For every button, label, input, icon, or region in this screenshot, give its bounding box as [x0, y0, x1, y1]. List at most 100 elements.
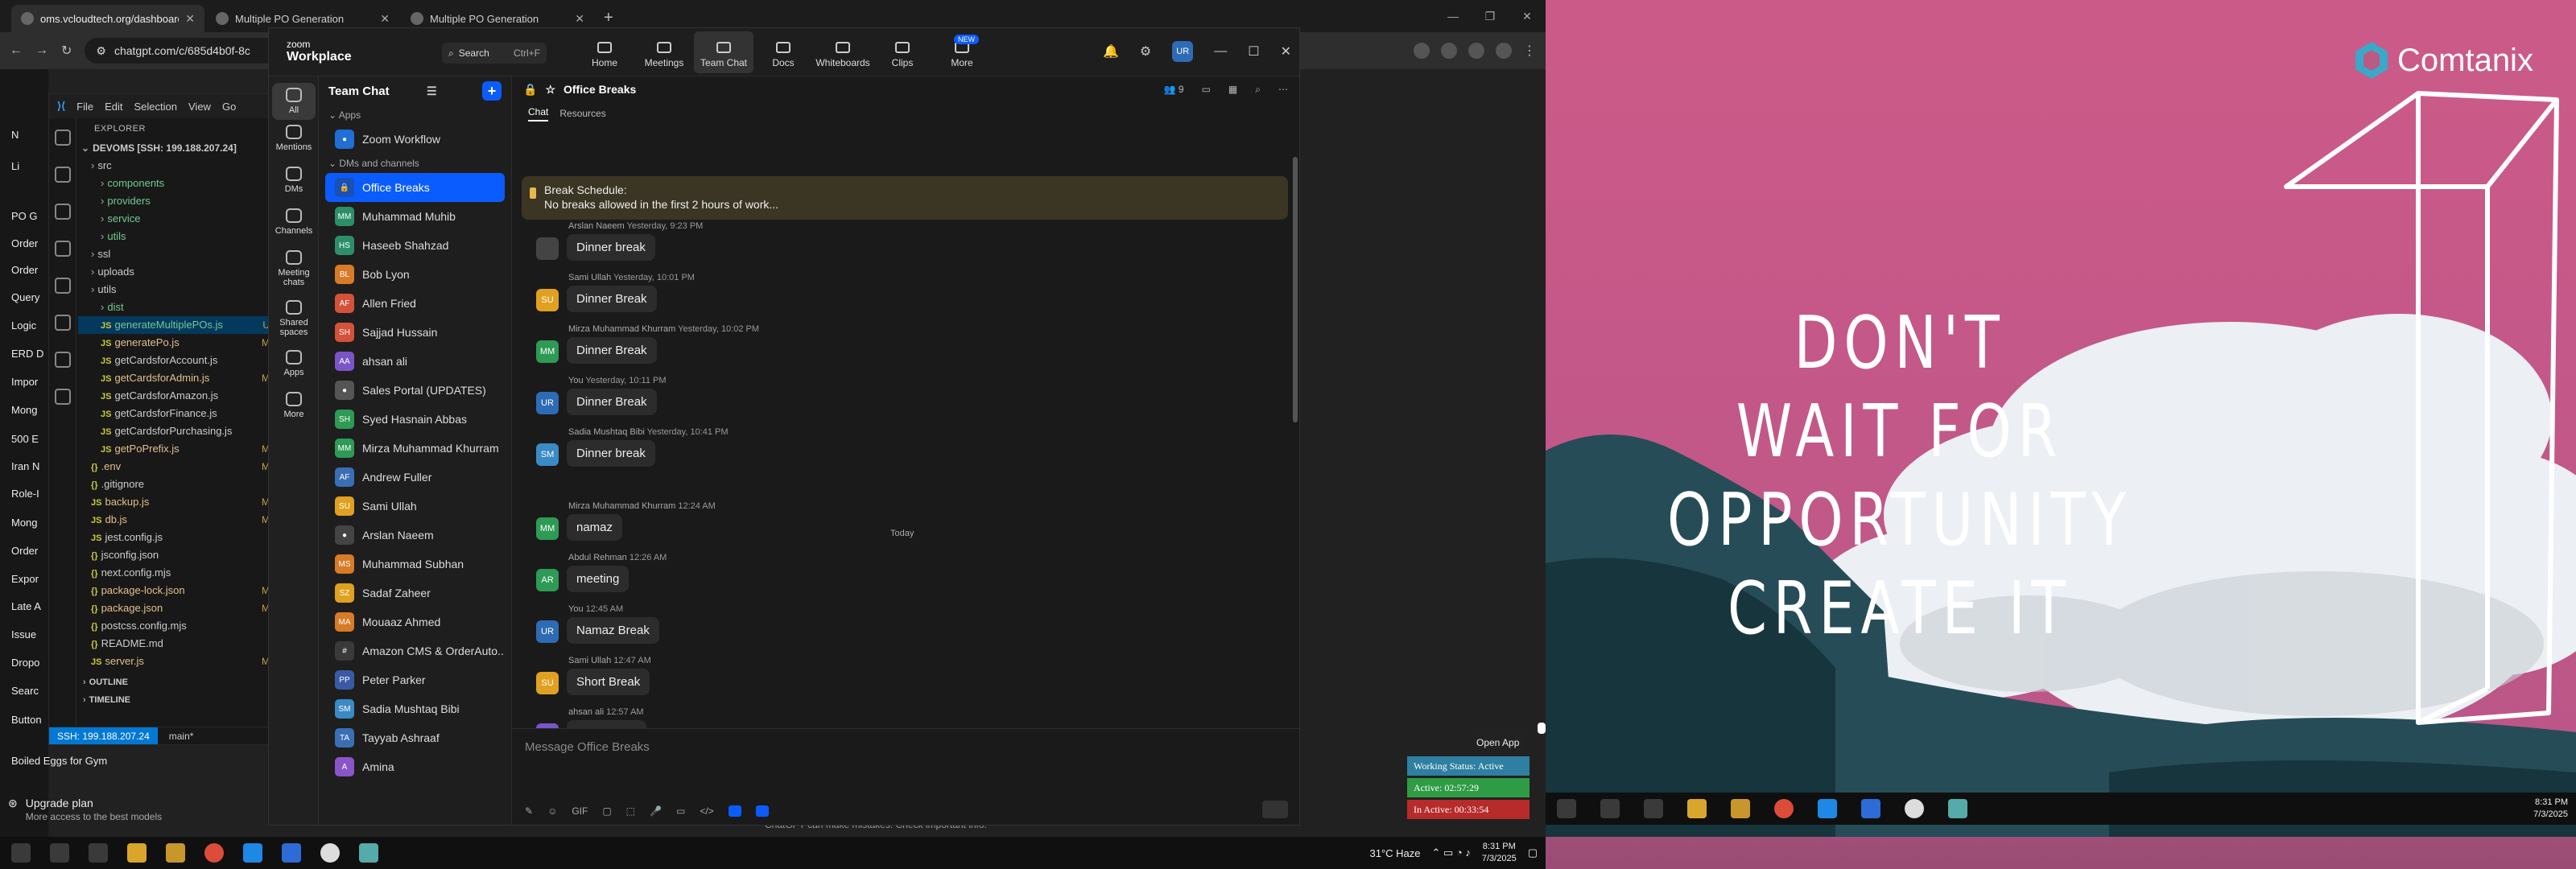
- nav-team-chat[interactable]: Team Chat: [694, 31, 753, 73]
- member-count[interactable]: 👥 9: [1164, 84, 1184, 96]
- browser-tab-dashboard[interactable]: oms.vcloudtech.org/dashboard ✕: [11, 5, 204, 32]
- nav-home[interactable]: Home: [575, 31, 634, 73]
- chat-history-item[interactable]: Order: [11, 545, 38, 557]
- menu-file[interactable]: File: [76, 101, 93, 113]
- sender-name[interactable]: Sadia Mushtaq Bibi: [568, 427, 645, 437]
- tab-chat[interactable]: Chat: [528, 106, 549, 121]
- menu-selection[interactable]: Selection: [134, 101, 177, 113]
- chat-list-item[interactable]: TA Tayyab Ashraaf: [325, 723, 505, 752]
- git-branch-status[interactable]: main*: [169, 731, 194, 742]
- audio-icon[interactable]: 🎤: [650, 805, 662, 817]
- message-bubble[interactable]: Dinner break: [567, 234, 655, 261]
- extension-icon[interactable]: [1414, 43, 1430, 59]
- chat-list-item[interactable]: MA Mouaaz Ahmed: [325, 607, 505, 636]
- extension-icon[interactable]: [1441, 43, 1457, 59]
- file-tree-item[interactable]: JS getCardsforPurchasing.js: [78, 422, 273, 440]
- file-tree-item[interactable]: JS server.js M: [78, 653, 273, 670]
- chat-history-item[interactable]: Searc: [11, 685, 39, 697]
- new-chat-button[interactable]: +: [481, 81, 502, 101]
- vscode-icon[interactable]: [1818, 799, 1837, 818]
- extension-icon[interactable]: [1468, 43, 1484, 59]
- rail-all[interactable]: All: [269, 76, 319, 120]
- file-tree-item[interactable]: JS getCardsforFinance.js: [78, 405, 273, 422]
- chat-history-item[interactable]: Order: [11, 264, 38, 276]
- avatar[interactable]: SM: [536, 443, 559, 466]
- chat-history-item[interactable]: Dropo: [11, 657, 39, 669]
- chat-history-item[interactable]: ERD D: [11, 348, 43, 360]
- remote-explorer-icon[interactable]: [55, 315, 71, 331]
- notification-icon[interactable]: ▢: [1528, 846, 1538, 859]
- chat-list-item[interactable]: MM Muhammad Muhib: [325, 202, 505, 231]
- sender-name[interactable]: Arslan Naeem: [568, 221, 625, 231]
- file-tree-item[interactable]: {} package-lock.json M: [78, 582, 273, 599]
- chrome-icon[interactable]: [204, 843, 224, 863]
- chat-list-item[interactable]: SH Sajjad Hussain: [325, 318, 505, 347]
- close-tab-icon[interactable]: ✕: [185, 12, 195, 26]
- chat-list-item[interactable]: A Amina: [325, 752, 505, 781]
- file-tree-item[interactable]: › ssl: [78, 245, 273, 263]
- pinned-message[interactable]: Break Schedule: No breaks allowed in the…: [522, 176, 1288, 220]
- zoom-icon[interactable]: [282, 843, 301, 863]
- video-message-icon[interactable]: ▭: [676, 805, 685, 817]
- app-icon[interactable]: [1905, 799, 1924, 818]
- sender-name[interactable]: Mirza Muhammad Khurram: [568, 501, 675, 511]
- chat-history-item[interactable]: Order: [11, 237, 38, 249]
- file-tree-item[interactable]: {} jsconfig.json: [78, 546, 273, 564]
- file-tree-item[interactable]: {} next.config.mjs: [78, 564, 273, 582]
- chat-history-item[interactable]: Mong: [11, 404, 38, 416]
- message-bubble[interactable]: Dinner Break: [567, 286, 657, 312]
- open-app-button[interactable]: Open App: [1472, 735, 1525, 750]
- rail-dms[interactable]: DMs: [269, 160, 319, 202]
- search-icon[interactable]: ⌕: [1255, 84, 1261, 96]
- chat-list-item[interactable]: 🔒 Office Breaks: [325, 173, 505, 202]
- rail-shared-spaces[interactable]: Shared spaces: [269, 294, 319, 344]
- file-tree-item[interactable]: JS getCardsforAmazon.js: [78, 387, 273, 405]
- file-tree-item[interactable]: JS jest.config.js: [78, 529, 273, 546]
- file-icon[interactable]: ▢: [602, 805, 611, 817]
- chat-list-item[interactable]: ● Sales Portal (UPDATES): [325, 376, 505, 405]
- more-options-icon[interactable]: ⋯: [1278, 84, 1288, 96]
- chat-list-item[interactable]: AA ahsan ali: [325, 347, 505, 376]
- rail-mentions[interactable]: Mentions: [269, 118, 319, 160]
- close-window-icon[interactable]: ✕: [1509, 0, 1546, 32]
- settings-icon[interactable]: ⚙: [1140, 43, 1151, 60]
- file-tree-item[interactable]: {} README.md: [78, 635, 273, 653]
- file-tree-item[interactable]: JS generatePo.js M: [78, 334, 273, 352]
- menu-view[interactable]: View: [188, 101, 211, 113]
- app-icon[interactable]: [728, 805, 741, 817]
- chrome-icon[interactable]: [1774, 799, 1794, 818]
- sender-name[interactable]: Mirza Muhammad Khurram: [568, 324, 675, 334]
- search-icon[interactable]: [50, 843, 69, 863]
- explorer-icon[interactable]: [55, 130, 71, 146]
- message-input[interactable]: Message Office Breaks: [525, 740, 650, 754]
- file-tree-item[interactable]: › providers: [78, 192, 273, 210]
- search-icon[interactable]: [55, 167, 71, 183]
- taskbar-clock[interactable]: 8:31 PM 7/3/2025: [2533, 793, 2568, 825]
- rail-meeting-chats[interactable]: Meeting chats: [269, 244, 319, 294]
- channel-title[interactable]: Office Breaks: [564, 83, 636, 96]
- avatar[interactable]: UR: [536, 620, 559, 643]
- sender-name[interactable]: You: [568, 376, 584, 385]
- run-debug-icon[interactable]: [55, 241, 71, 257]
- site-info-icon[interactable]: ⚙: [96, 44, 106, 58]
- chat-history-item[interactable]: Boiled Eggs for Gym: [11, 755, 107, 767]
- file-tree-item[interactable]: › src: [78, 157, 273, 175]
- source-control-icon[interactable]: [55, 204, 71, 220]
- chat-history-item[interactable]: Role-I: [11, 488, 39, 500]
- outline-section[interactable]: › OUTLINE: [78, 673, 273, 691]
- vscode-icon[interactable]: [243, 843, 262, 863]
- task-view-icon[interactable]: [89, 843, 108, 863]
- file-tree-item[interactable]: › utils: [78, 281, 273, 299]
- chat-list-item[interactable]: HS Haseeb Shahzad: [325, 231, 505, 260]
- chat-history-item[interactable]: Query: [11, 291, 39, 303]
- menu-edit[interactable]: Edit: [105, 101, 122, 113]
- sender-name[interactable]: You: [568, 604, 584, 614]
- avatar[interactable]: MM: [536, 340, 559, 363]
- weather-widget[interactable]: 31°C Haze: [1369, 847, 1420, 859]
- code-icon[interactable]: </>: [700, 805, 713, 817]
- start-icon[interactable]: [11, 843, 31, 863]
- star-icon[interactable]: ☆: [545, 83, 555, 97]
- file-tree-item[interactable]: › service: [78, 210, 273, 228]
- file-tree-item[interactable]: JS backup.js M: [78, 493, 273, 511]
- file-explorer-icon[interactable]: [127, 843, 147, 863]
